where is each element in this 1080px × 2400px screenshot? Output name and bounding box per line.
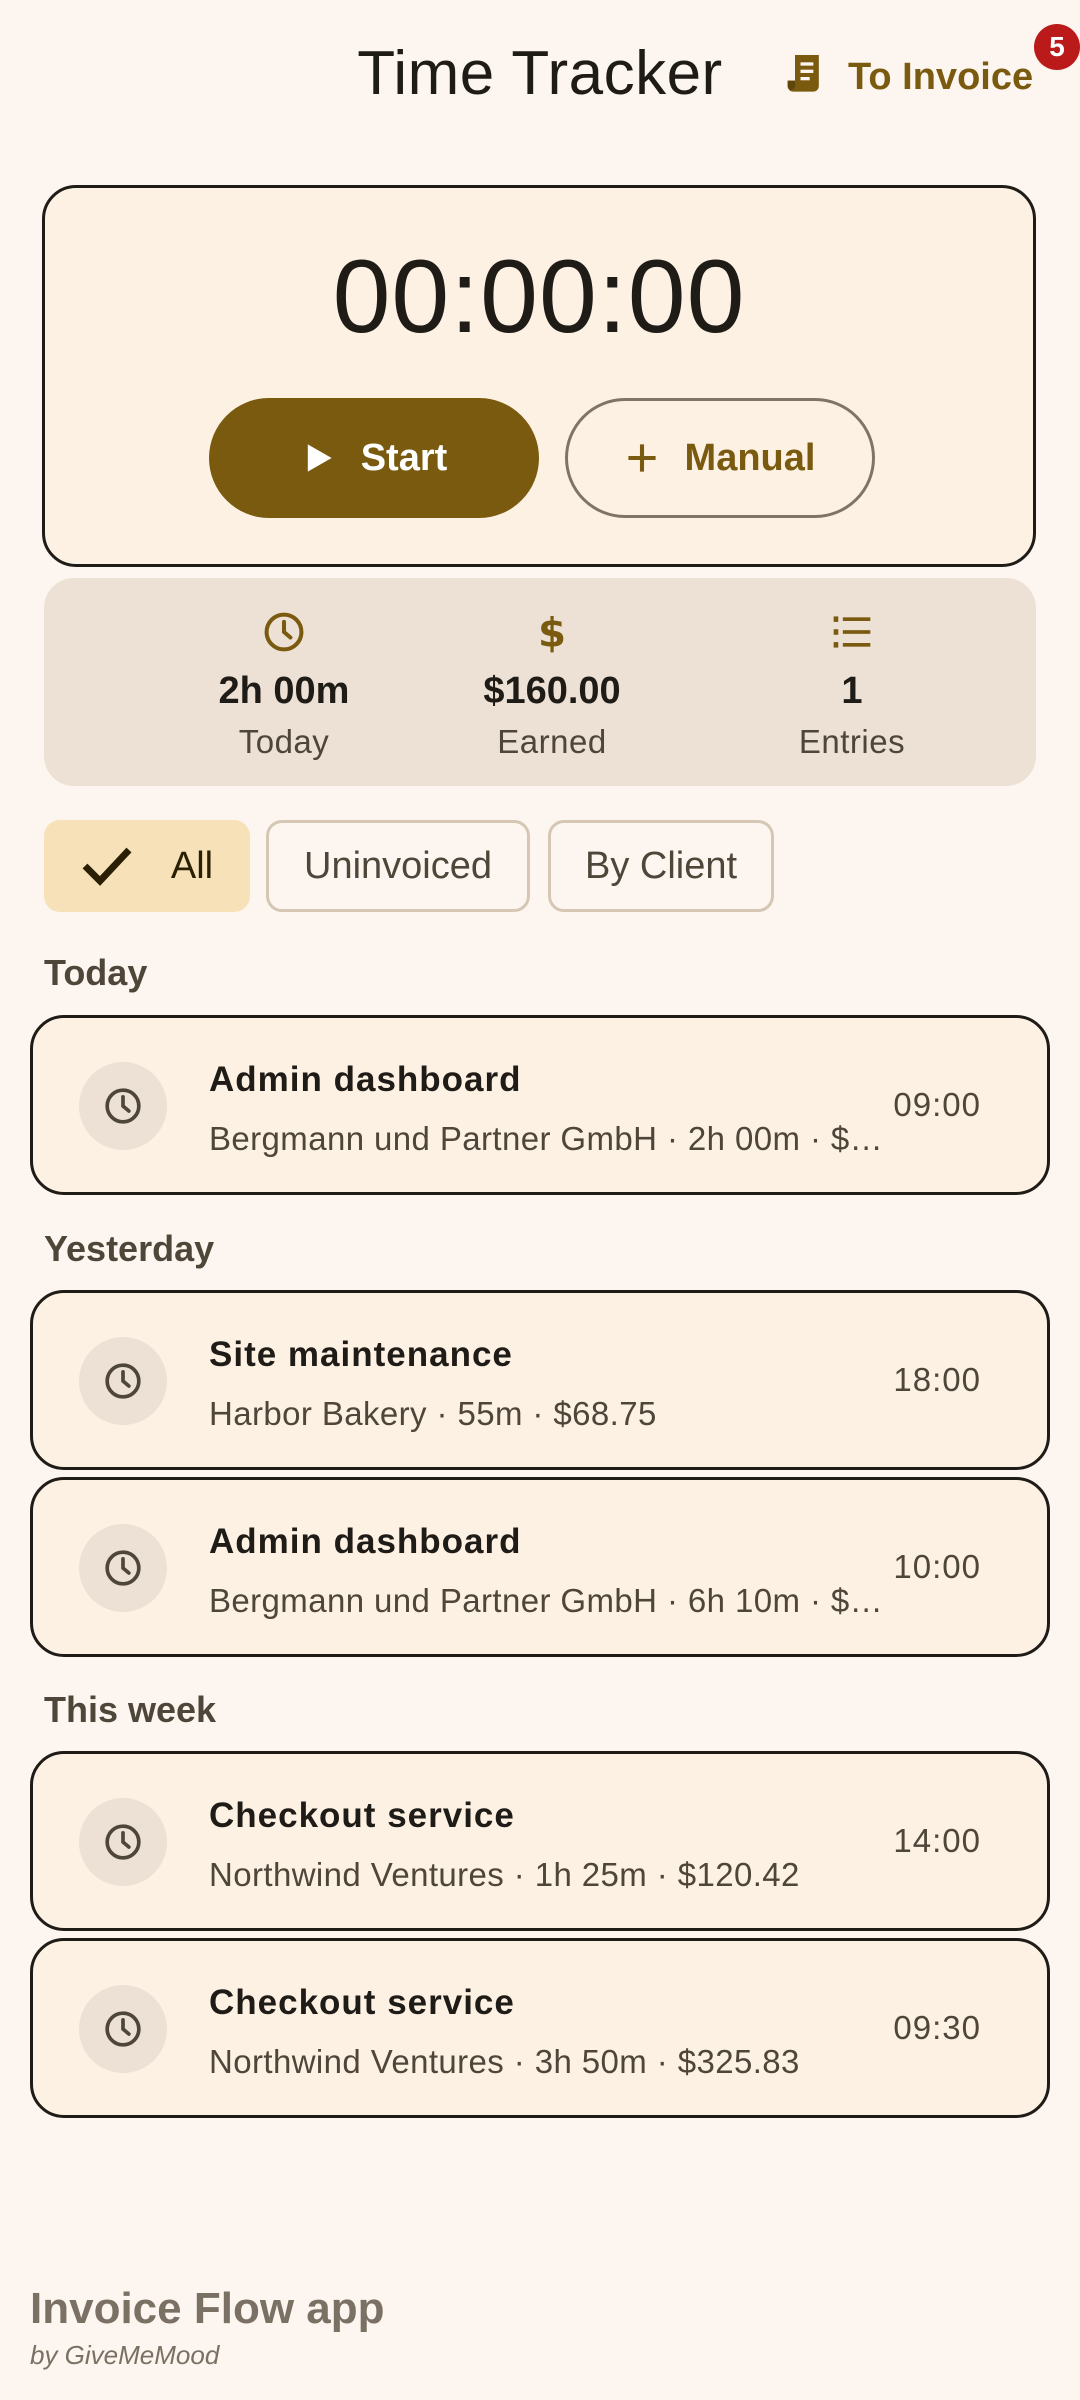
section-header-today: Today	[44, 952, 148, 993]
filter-chip-all[interactable]: All	[44, 820, 250, 912]
start-button[interactable]: Start	[209, 398, 539, 518]
stat-entries: 1 Entries	[702, 608, 1002, 761]
clock-icon	[105, 1824, 141, 1860]
plus-icon	[627, 444, 656, 472]
entry-title: Site maintenance	[209, 1335, 513, 1374]
entry-subtitle: Northwind Ventures · 1h 25m · $120.42	[209, 1856, 800, 1893]
footer-byline: by GiveMeMood	[30, 2340, 220, 2370]
receipt-icon	[787, 55, 819, 92]
start-label: Start	[360, 436, 448, 479]
stat-today-value: 2h 00m	[218, 670, 350, 712]
manual-entry-button[interactable]: Manual	[565, 398, 875, 518]
to-invoice-button[interactable]: To Invoice	[784, 44, 1044, 110]
entry-avatar	[79, 1985, 167, 2073]
stat-entries-value: 1	[841, 670, 863, 712]
clock-icon	[105, 1088, 141, 1124]
list-icon	[833, 616, 871, 648]
entry-subtitle: Harbor Bakery · 55m · $68.75	[209, 1395, 657, 1432]
time-entry[interactable]: Admin dashboard Bergmann und Partner Gmb…	[30, 1477, 1050, 1657]
footer-app-name: Invoice Flow app	[30, 2284, 385, 2333]
entry-time: 14:00	[893, 1822, 981, 1859]
entry-time: 18:00	[893, 1361, 981, 1398]
stat-today: 2h 00m Today	[134, 608, 434, 761]
entry-subtitle: Northwind Ventures · 3h 50m · $325.83	[209, 2043, 800, 2080]
manual-label: Manual	[684, 436, 816, 479]
clock-icon	[105, 1363, 141, 1399]
entry-subtitle: Bergmann und Partner GmbH · 6h 10m · $49…	[209, 1582, 885, 1619]
entry-avatar	[79, 1337, 167, 1425]
timer-display: 00:00:00	[332, 239, 746, 355]
time-entry[interactable]: Checkout service Northwind Ventures · 3h…	[30, 1938, 1050, 2118]
entry-title: Admin dashboard	[209, 1060, 522, 1099]
svg-text:$: $	[538, 610, 566, 654]
stat-earned: $ $160.00 Earned	[402, 608, 702, 761]
time-entry[interactable]: Checkout service Northwind Ventures · 1h…	[30, 1751, 1050, 1931]
stat-today-label: Today	[238, 723, 330, 760]
entry-avatar	[79, 1524, 167, 1612]
entry-avatar	[79, 1798, 167, 1886]
entry-time: 09:30	[893, 2009, 981, 2046]
play-icon	[307, 444, 332, 472]
filter-chip-by-client[interactable]: By Client	[548, 820, 774, 912]
entry-time: 09:00	[893, 1086, 981, 1123]
dollar-icon: $	[538, 610, 566, 654]
entry-subtitle: Bergmann und Partner GmbH · 2h 00m · $16…	[209, 1120, 885, 1157]
stat-earned-label: Earned	[497, 723, 607, 760]
invoice-count-badge: 5	[1034, 24, 1080, 70]
entry-title: Checkout service	[209, 1983, 515, 2022]
clock-icon	[105, 2011, 141, 2047]
entry-avatar	[79, 1062, 167, 1150]
entry-title: Checkout service	[209, 1796, 515, 1835]
entry-time: 10:00	[893, 1548, 981, 1585]
top-app-bar: Time Tracker To Invoice 5	[0, 0, 1080, 160]
section-header-yesterday: Yesterday	[44, 1228, 215, 1269]
to-invoice-label: To Invoice	[848, 55, 1034, 98]
timer-card: 00:00:00 Start Manual	[42, 185, 1036, 567]
time-entry[interactable]: Admin dashboard Bergmann und Partner Gmb…	[30, 1015, 1050, 1195]
filter-chip-all-label: All	[170, 844, 214, 887]
time-entry[interactable]: Site maintenance Harbor Bakery · 55m · $…	[30, 1290, 1050, 1470]
check-icon	[82, 847, 132, 886]
section-header-this-week: This week	[44, 1689, 217, 1730]
stat-earned-value: $160.00	[483, 670, 621, 712]
filter-chip-uninvoiced[interactable]: Uninvoiced	[266, 820, 530, 912]
clock-icon	[264, 612, 304, 652]
stats-summary: 2h 00m Today $ $160.00 Earned 1 Entries	[44, 578, 1036, 786]
stat-entries-label: Entries	[798, 723, 906, 760]
clock-icon	[105, 1550, 141, 1586]
entry-title: Admin dashboard	[209, 1522, 522, 1561]
